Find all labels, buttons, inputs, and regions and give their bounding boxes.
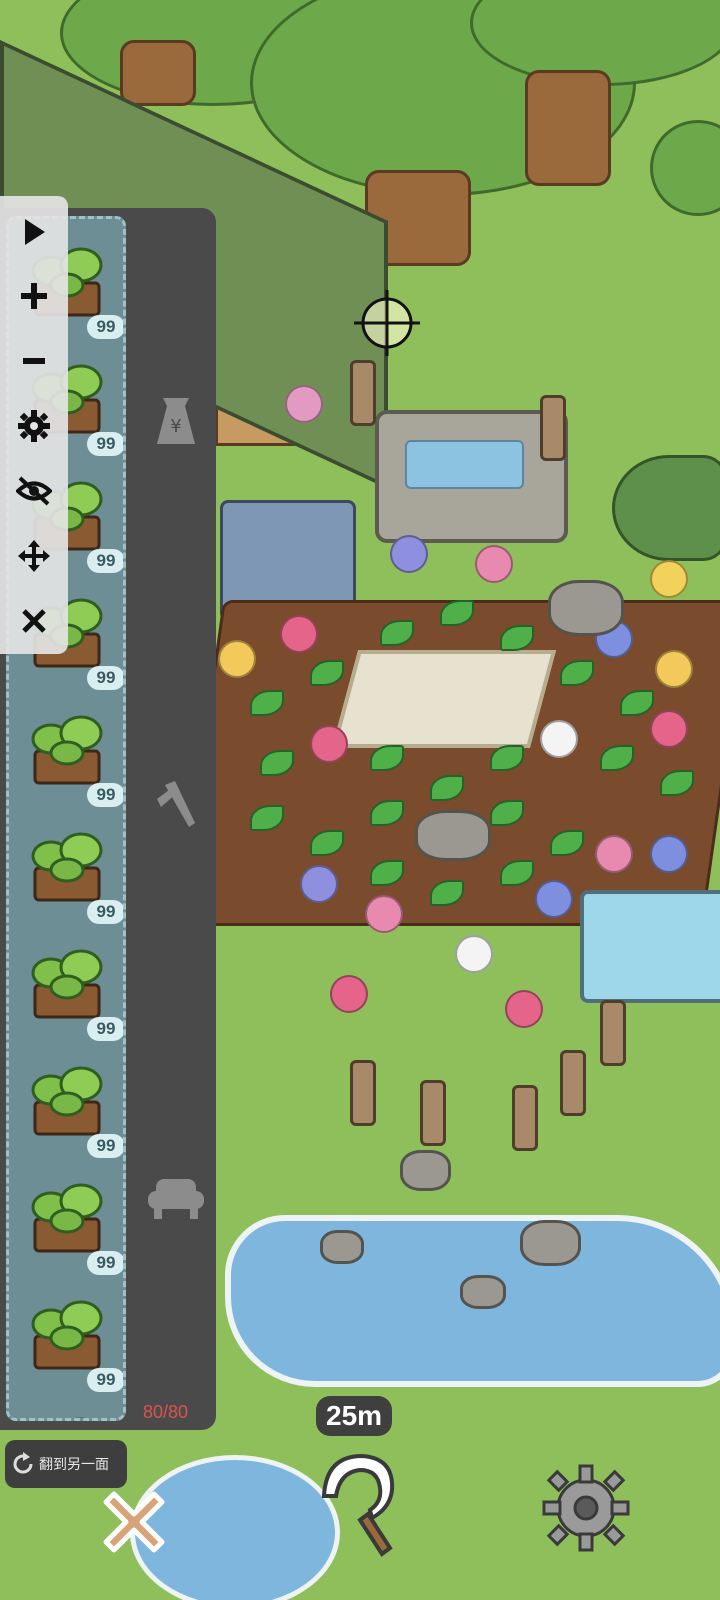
tool-icon — [157, 781, 195, 827]
play-button[interactable] — [14, 212, 54, 252]
category-furniture-tab[interactable] — [146, 1168, 206, 1228]
item-count-badge: 99 — [87, 783, 123, 807]
item-count-badge: 99 — [87, 1134, 123, 1158]
sickle-button[interactable] — [306, 1448, 406, 1558]
fence-post — [420, 1080, 446, 1146]
hide-ui-button[interactable] — [14, 471, 54, 511]
item-count-badge: 99 — [87, 900, 123, 924]
tree-trunk — [120, 40, 196, 106]
zen-garden — [331, 650, 557, 748]
category-tools-tab[interactable] — [146, 775, 206, 835]
inventory-capacity: 80/80 — [143, 1402, 189, 1422]
play-icon — [25, 219, 45, 245]
rock — [415, 810, 491, 861]
category-seeds-tab[interactable]: ¥ — [146, 390, 206, 450]
cross-icon — [103, 1491, 165, 1553]
zoom-out-button[interactable] — [14, 341, 54, 381]
bath-water — [405, 440, 524, 489]
gear-icon — [18, 410, 50, 442]
flip-side-label: 翻到另一面 — [39, 1456, 109, 1472]
flower — [650, 835, 688, 873]
flower — [475, 545, 513, 583]
close-icon — [22, 609, 46, 633]
crosshair-icon — [354, 290, 420, 356]
sickle-icon — [321, 1453, 395, 1557]
potted-vine-icon — [31, 1066, 103, 1136]
inventory-item[interactable]: 99 — [17, 1165, 123, 1275]
move-icon — [18, 540, 50, 572]
item-count-badge: 99 — [87, 1017, 123, 1041]
tree-trunk — [525, 70, 611, 186]
item-count-badge: 99 — [87, 1251, 123, 1275]
flower — [300, 865, 338, 903]
item-count-badge: 99 — [87, 549, 123, 573]
potted-vine-icon — [31, 1300, 103, 1370]
flower — [330, 975, 368, 1013]
flower — [218, 640, 256, 678]
fence-post — [600, 1000, 626, 1066]
close-toolbar-button[interactable] — [14, 601, 54, 641]
fence-post — [350, 1060, 376, 1126]
fence-post — [512, 1085, 538, 1151]
settings-gear-button[interactable] — [540, 1462, 632, 1554]
flower — [390, 535, 428, 573]
item-count-badge: 99 — [87, 315, 123, 339]
seed-bag-icon: ¥ — [157, 398, 195, 444]
eye-off-icon — [16, 476, 52, 506]
settings-button[interactable] — [14, 406, 54, 446]
rock — [320, 1230, 364, 1264]
flower — [535, 880, 573, 918]
flower — [650, 710, 688, 748]
pool — [580, 890, 720, 1003]
flower — [655, 650, 693, 688]
rock — [400, 1150, 451, 1191]
inventory-item[interactable]: 99 — [17, 1048, 123, 1158]
rotate-icon — [13, 1452, 33, 1474]
item-count-badge: 99 — [87, 666, 123, 690]
distance-label: 25m — [316, 1396, 393, 1436]
potted-vine-icon — [31, 832, 103, 902]
zoom-in-button[interactable] — [14, 276, 54, 316]
potted-vine-icon — [75, 1417, 87, 1418]
bush — [612, 455, 720, 561]
inventory-item[interactable]: 99 — [17, 814, 123, 924]
fence-post — [560, 1050, 586, 1116]
edit-toolbar — [0, 196, 68, 654]
potted-vine-icon — [31, 715, 103, 785]
gear-icon — [542, 1464, 630, 1552]
tree-canopy — [650, 120, 720, 216]
minus-icon — [23, 358, 45, 364]
flower — [280, 615, 318, 653]
move-button[interactable] — [14, 536, 54, 576]
potted-vine-icon — [31, 1183, 103, 1253]
flower — [285, 385, 323, 423]
plus-icon — [21, 283, 47, 309]
sofa-icon — [148, 1179, 204, 1219]
item-count-badge: 99 — [87, 1368, 123, 1392]
svg-text:¥: ¥ — [170, 416, 181, 437]
rock — [460, 1275, 506, 1309]
inventory-item[interactable]: 99 — [17, 1282, 123, 1392]
flower — [595, 835, 633, 873]
flower — [365, 895, 403, 933]
flower — [650, 560, 688, 598]
inventory-item[interactable]: 99 — [17, 697, 123, 807]
flower — [505, 990, 543, 1028]
item-count-badge: 99 — [87, 432, 123, 456]
fence-post — [540, 395, 566, 461]
fence-post — [350, 360, 376, 426]
potted-vine-icon — [31, 949, 103, 1019]
farm-plot — [177, 600, 720, 926]
inventory-item[interactable]: 99 — [17, 1399, 117, 1418]
flower — [455, 935, 493, 973]
flower — [540, 720, 578, 758]
rock — [520, 1220, 581, 1266]
flower — [310, 725, 348, 763]
rock — [548, 580, 624, 636]
inventory-item[interactable]: 99 — [17, 931, 123, 1041]
cancel-button[interactable] — [92, 1480, 176, 1564]
